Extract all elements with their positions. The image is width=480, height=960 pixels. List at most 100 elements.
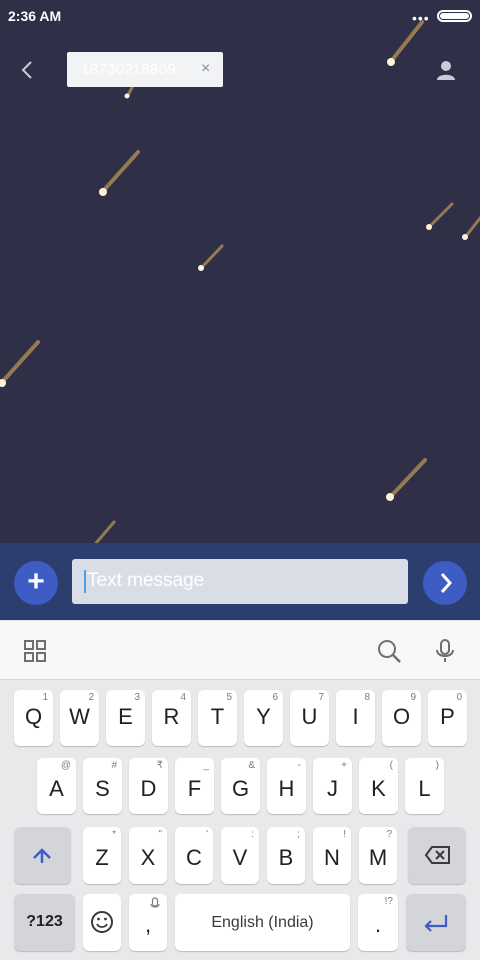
- key-hint: _: [203, 760, 209, 771]
- key-z[interactable]: * Z: [83, 827, 121, 884]
- enter-key[interactable]: [406, 894, 466, 951]
- key-label: P: [440, 704, 455, 729]
- chevron-left-icon: [21, 61, 32, 79]
- period-key-label: .: [374, 912, 382, 937]
- key-r[interactable]: 4R: [152, 690, 191, 746]
- battery-level: [440, 13, 469, 19]
- symbols-key[interactable]: ?123: [14, 894, 75, 951]
- key-t[interactable]: 5T: [198, 690, 237, 746]
- key-hint: 5: [226, 692, 232, 703]
- key-hint: 7: [318, 692, 324, 703]
- status-bar: 2:36 AM •••: [0, 0, 480, 34]
- back-button[interactable]: [12, 55, 42, 85]
- keyboard: 1Q2W3E4R5T6Y7U8I9O0P @ A # S ₹ D _ F & G - H + J(K) L …: [0, 679, 480, 960]
- key-j[interactable]: + J: [313, 758, 352, 814]
- send-button[interactable]: [423, 561, 467, 605]
- key-y[interactable]: 6Y: [244, 690, 283, 746]
- meteor-icon: [386, 458, 427, 501]
- meteor-icon: [0, 340, 40, 387]
- key-hint: ₹: [156, 760, 163, 771]
- key-label: U: [301, 704, 318, 729]
- key-n[interactable]: ! N: [313, 827, 351, 884]
- key-k[interactable]: (K: [359, 758, 398, 814]
- key-h[interactable]: -H: [267, 758, 306, 814]
- keyboard-toolbar: [0, 620, 480, 679]
- composer-bar: + Text message: [0, 543, 480, 620]
- key-p[interactable]: 0P: [428, 690, 467, 746]
- plus-icon: +: [27, 565, 45, 598]
- key-c[interactable]: ' C: [175, 827, 213, 884]
- meteor-icon: [94, 520, 116, 543]
- chevron-right-icon: [440, 573, 453, 593]
- meteor-icon: [99, 150, 140, 196]
- notification-dots-icon: •••: [412, 10, 430, 26]
- key-hint: ": [158, 829, 162, 840]
- key-o[interactable]: 9O: [382, 690, 421, 746]
- enter-icon: [424, 915, 448, 932]
- shift-key[interactable]: [14, 827, 71, 884]
- key-hint: 2: [88, 692, 94, 703]
- key-w[interactable]: 2W: [60, 690, 99, 746]
- key-hint: @: [60, 760, 71, 771]
- key-label: B: [278, 845, 294, 870]
- key-f[interactable]: _ F: [175, 758, 214, 814]
- text-caret: [84, 570, 86, 593]
- key-hint: 6: [272, 692, 278, 703]
- key-a[interactable]: @ A: [37, 758, 76, 814]
- comma-key[interactable]: ,: [129, 894, 167, 951]
- recipient-number: 18730218809: [81, 61, 177, 78]
- key-e[interactable]: 3E: [106, 690, 145, 746]
- backspace-icon: [424, 846, 450, 864]
- key-d[interactable]: ₹ D: [129, 758, 168, 814]
- key-label: Q: [24, 704, 43, 729]
- chip-close-icon[interactable]: ×: [201, 60, 210, 78]
- key-label: S: [95, 776, 110, 801]
- period-key-hint: !?: [384, 896, 393, 907]
- grid-icon[interactable]: [22, 638, 48, 664]
- space-key-label: English (India): [211, 914, 314, 931]
- key-v[interactable]: :V: [221, 827, 259, 884]
- key-x[interactable]: " X: [129, 827, 167, 884]
- key-hint: &: [248, 760, 255, 771]
- backspace-key[interactable]: [408, 827, 466, 884]
- key-label: T: [210, 704, 225, 729]
- search-icon[interactable]: [376, 638, 402, 664]
- key-hint: !: [343, 829, 346, 840]
- key-label: Y: [256, 704, 271, 729]
- key-i[interactable]: 8I: [336, 690, 375, 746]
- key-hint: (: [389, 760, 393, 771]
- key-hint: -: [297, 760, 301, 771]
- key-hint: ;: [297, 829, 300, 840]
- contact-button[interactable]: [432, 56, 460, 84]
- key-hint: 3: [134, 692, 140, 703]
- key-b[interactable]: ; B: [267, 827, 305, 884]
- period-key[interactable]: !? .: [358, 894, 398, 951]
- status-time: 2:36 AM: [8, 8, 62, 24]
- key-label: J: [327, 776, 338, 801]
- key-g[interactable]: & G: [221, 758, 260, 814]
- key-s[interactable]: # S: [83, 758, 122, 814]
- shift-arrow-icon: [33, 848, 51, 863]
- key-u[interactable]: 7U: [290, 690, 329, 746]
- person-icon: [437, 61, 455, 80]
- key-hint: 1: [42, 692, 48, 703]
- recipient-chip[interactable]: 18730218809 ×: [67, 52, 223, 87]
- key-label: E: [118, 704, 133, 729]
- message-input[interactable]: Text message: [72, 559, 408, 604]
- emoji-key[interactable]: [83, 894, 121, 951]
- key-label: V: [232, 845, 248, 870]
- key-label: L: [418, 776, 431, 801]
- key-label: H: [278, 776, 295, 801]
- meteor-icon: [426, 202, 454, 230]
- add-attachment-button[interactable]: +: [14, 561, 58, 605]
- key-q[interactable]: 1Q: [14, 690, 53, 746]
- key-l[interactable]: ) L: [405, 758, 444, 814]
- microphone-icon[interactable]: [432, 638, 458, 664]
- key-m[interactable]: ? M: [359, 827, 397, 884]
- key-label: Z: [95, 845, 109, 870]
- battery-icon: [437, 10, 472, 22]
- space-key[interactable]: English (India): [175, 894, 350, 951]
- key-label: K: [371, 776, 386, 801]
- meteor-icon: [462, 216, 480, 240]
- key-label: I: [352, 704, 359, 729]
